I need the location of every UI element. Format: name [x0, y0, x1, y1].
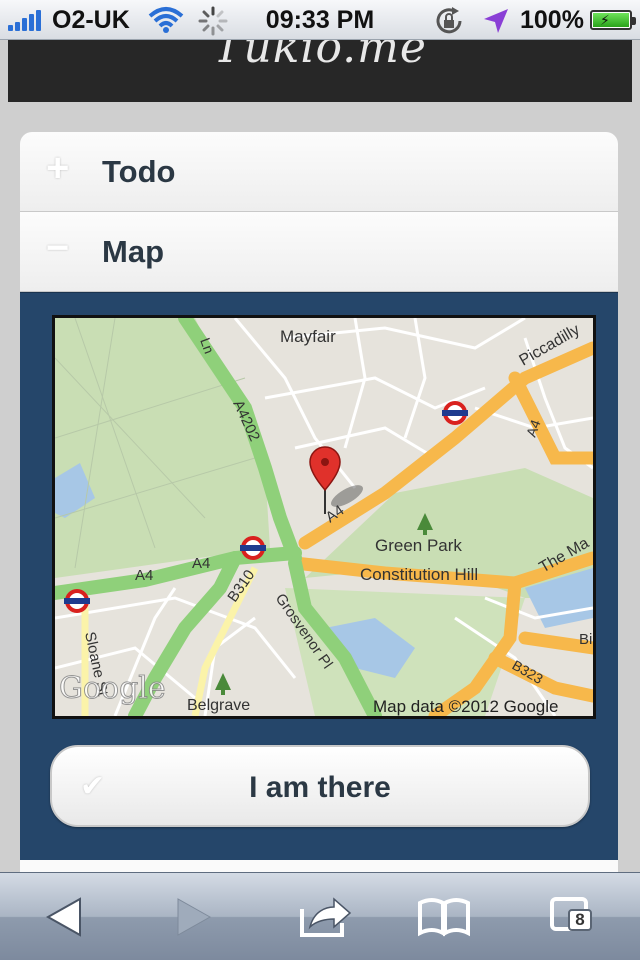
hyde-park-area [55, 318, 270, 578]
forward-button[interactable] [160, 891, 220, 943]
browser-toolbar: 8 [0, 872, 640, 960]
bookmarks-icon [418, 898, 470, 937]
map-label-a4: A4 [135, 567, 153, 584]
bookmarks-button[interactable] [414, 891, 474, 943]
share-icon [300, 897, 352, 937]
location-arrow-icon [482, 7, 510, 42]
map-label-belgrave: Belgrave [187, 697, 250, 714]
back-button[interactable] [40, 891, 100, 943]
battery-percent: 100% [520, 6, 584, 34]
forward-icon [177, 898, 212, 936]
map-label-green-park: Green Park [375, 536, 462, 555]
map-label-constitution-hill: Constitution Hill [360, 565, 478, 584]
i-am-there-label: I am there [249, 771, 391, 804]
map-panel: Mayfair Piccadilly A4202 A4 A4 Green Par… [20, 292, 618, 860]
google-logo[interactable]: Google [59, 671, 167, 707]
map-attribution[interactable]: Map data ©2012 Google [373, 697, 559, 716]
accordion-item-todo[interactable]: + Todo [20, 132, 618, 212]
page-header: Tukio.me [8, 40, 632, 102]
brand-logo[interactable]: Tukio.me [8, 40, 632, 73]
map-view[interactable]: Mayfair Piccadilly A4202 A4 A4 Green Par… [52, 315, 596, 719]
battery-charging-icon: ⚡ [590, 10, 636, 30]
tabs-count-badge: 8 [568, 909, 592, 931]
tabs-button[interactable]: 8 [548, 891, 608, 943]
collapse-icon: − [46, 226, 70, 270]
share-button[interactable] [296, 891, 356, 943]
map-label-mayfair: Mayfair [280, 327, 336, 346]
accordion-label-map: Map [102, 234, 164, 269]
underground-station-icon [64, 589, 90, 613]
accordion: + Todo − Map Mayfair Piccadilly A4202 A4… [20, 132, 618, 860]
accordion-label-todo: Todo [102, 154, 176, 189]
accordion-item-map[interactable]: − Map [20, 212, 618, 292]
rotation-lock-icon [434, 6, 464, 43]
expand-icon: + [46, 146, 70, 190]
map-label-bi: Bi [579, 631, 592, 648]
map-label-a4: A4 [192, 555, 210, 572]
underground-station-icon [442, 401, 468, 425]
park-tree-icon [215, 673, 231, 695]
underground-station-icon [240, 536, 266, 560]
status-bar: O2-UK 09:33 PM 100% ⚡ [0, 0, 640, 40]
i-am-there-button[interactable]: ✔ I am there [50, 745, 590, 827]
back-icon [45, 897, 81, 937]
